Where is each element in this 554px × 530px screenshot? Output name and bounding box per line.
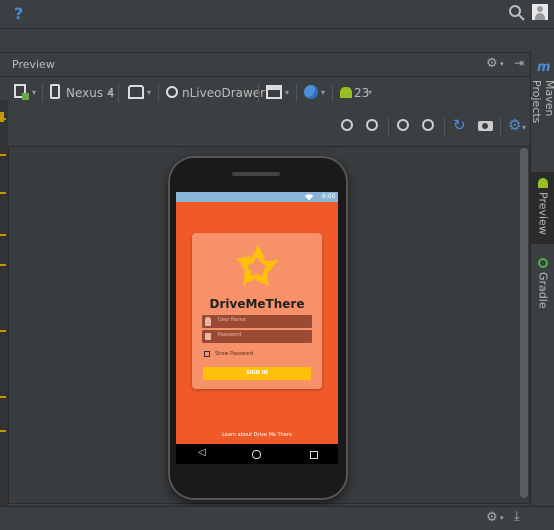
tab-gradle[interactable]: Gradle [531, 254, 554, 324]
orientation-icon[interactable] [128, 85, 144, 99]
gear-icon[interactable]: ⚙ [486, 56, 498, 71]
tab-maven-projects[interactable]: Maven Projects [530, 80, 554, 160]
chevron-down-icon[interactable]: ▾ [522, 123, 526, 132]
preview-toolbar: ▾ Nexus 4 ▾ ▾ nLiveoDrawer ▾ ▾ 23 ▾ [0, 78, 530, 108]
maven-icon: m [537, 60, 551, 75]
logo-icon [235, 244, 279, 286]
left-gutter [0, 100, 8, 510]
username-placeholder: User Name [218, 317, 246, 323]
zoom-out-icon[interactable] [422, 119, 434, 131]
camera-icon[interactable] [478, 121, 493, 131]
app-name: DriveMeThere [209, 297, 305, 311]
minimize-icon[interactable]: ⤓ [514, 509, 520, 524]
zoom-actual-icon[interactable] [341, 119, 353, 131]
chevron-down-icon[interactable]: ▾ [108, 88, 112, 97]
chevron-down-icon[interactable]: ▾ [147, 88, 151, 97]
show-password-label: Show Password [215, 351, 254, 357]
separator [158, 84, 159, 102]
separator [42, 84, 43, 102]
user-icon [205, 317, 211, 326]
gutter-marker [0, 112, 4, 122]
separator [296, 84, 297, 102]
tab-gradle-label: Gradle [536, 272, 550, 309]
tab-preview[interactable]: Preview [531, 172, 554, 244]
settings-icon[interactable]: ⚙ [508, 116, 521, 134]
device-icon[interactable] [50, 84, 60, 99]
help-icon[interactable]: ? [14, 4, 23, 23]
gear-dropdown-icon[interactable]: ▾ [500, 60, 504, 68]
back-icon[interactable]: ◁ [198, 447, 206, 458]
gradle-icon [538, 258, 548, 268]
gear-dropdown-icon[interactable]: ▾ [500, 514, 504, 522]
user-icon[interactable] [532, 4, 548, 20]
android-icon[interactable] [340, 87, 352, 98]
show-password-checkbox[interactable] [204, 351, 210, 357]
login-card: DriveMeThere User Name Password Show Pas… [192, 233, 322, 389]
tab-maven-projects-label: Maven Projects [530, 80, 554, 124]
refresh-icon[interactable]: ↻ [453, 116, 466, 134]
globe-icon[interactable] [304, 85, 318, 99]
theme-icon[interactable] [266, 85, 282, 99]
recents-icon[interactable] [310, 451, 318, 459]
wifi-icon [304, 192, 314, 201]
gear-icon[interactable]: ⚙ [486, 510, 498, 525]
zoom-fit-icon[interactable] [366, 119, 378, 131]
password-placeholder: Password [218, 332, 242, 338]
preview-header: Preview ⚙ ▾ ⇥ [0, 54, 530, 77]
tab-preview-label: Preview [536, 192, 550, 235]
username-field[interactable]: User Name [202, 315, 312, 328]
separator [258, 84, 259, 102]
vertical-scrollbar[interactable] [520, 148, 528, 498]
separator [118, 84, 119, 102]
separator [388, 118, 389, 136]
phone-screen: 6:00 DriveMeThere User Name Password Sho… [176, 192, 338, 464]
zoom-toolbar: ↻ ⚙ ▾ [0, 112, 530, 142]
navigation-bar: ◁ [176, 444, 338, 464]
chevron-down-icon[interactable]: ▾ [321, 88, 325, 97]
search-icon[interactable] [508, 4, 526, 22]
right-tool-strip: m Maven Projects Preview Gradle [530, 52, 554, 506]
editor-strip [0, 29, 530, 53]
home-icon[interactable] [252, 450, 261, 459]
status-bar: 6:00 [176, 192, 338, 202]
chevron-down-icon[interactable]: ▾ [285, 88, 289, 97]
bottom-bar: ⚙ ▾ ⤓ [0, 506, 554, 530]
sign-in-button[interactable]: SIGN IN [203, 367, 311, 380]
android-icon [538, 178, 548, 188]
activity-selector[interactable]: nLiveoDrawer [182, 86, 265, 100]
status-time: 6:00 [322, 193, 336, 200]
chevron-down-icon[interactable]: ▾ [32, 88, 36, 97]
chevron-down-icon[interactable]: ▾ [368, 88, 372, 97]
device-file-badge-icon [22, 93, 29, 100]
hide-panel-icon[interactable]: ⇥ [514, 56, 524, 70]
activity-icon[interactable] [166, 86, 178, 98]
phone-speaker [232, 172, 280, 176]
api-level-selector[interactable]: 23 [354, 86, 369, 100]
zoom-in-icon[interactable] [397, 119, 409, 131]
separator [500, 118, 501, 136]
top-bar: ? [0, 0, 554, 29]
preview-title: Preview [12, 58, 55, 71]
separator [444, 118, 445, 136]
separator [332, 84, 333, 102]
lock-icon [205, 333, 211, 340]
learn-more-link[interactable]: Learn about Drive Me There [176, 432, 338, 438]
password-field[interactable]: Password [202, 330, 312, 343]
